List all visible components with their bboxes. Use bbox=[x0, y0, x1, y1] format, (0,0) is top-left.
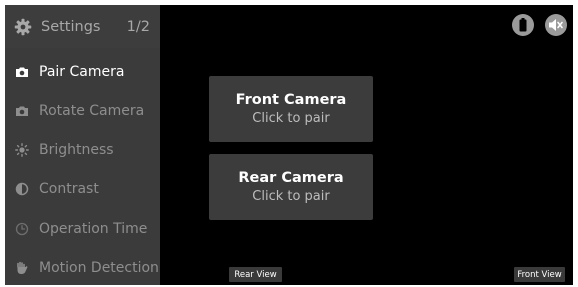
front-camera-subtitle: Click to pair bbox=[252, 110, 330, 126]
contrast-icon bbox=[15, 182, 29, 196]
page-indicator: 1/2 bbox=[126, 18, 150, 35]
menu-item-contrast[interactable]: Contrast bbox=[5, 169, 160, 208]
camera-icon bbox=[15, 65, 29, 79]
menu-label-contrast: Contrast bbox=[39, 180, 99, 197]
front-camera-pair-button[interactable]: Front Camera Click to pair bbox=[209, 76, 373, 142]
mute-icon bbox=[549, 19, 563, 31]
rear-view-button[interactable]: Rear View bbox=[229, 267, 282, 282]
sidebar-header: Settings 1/2 bbox=[5, 5, 160, 48]
sidebar-title: Settings bbox=[41, 18, 101, 35]
mute-button[interactable] bbox=[545, 14, 567, 36]
menu-item-motion-detection[interactable]: Motion Detection bbox=[5, 248, 160, 285]
menu-label-brightness: Brightness bbox=[39, 141, 114, 158]
menu-item-operation-time[interactable]: Operation Time bbox=[5, 209, 160, 248]
clock-icon bbox=[15, 222, 29, 236]
rotate-camera-icon bbox=[15, 104, 29, 118]
front-camera-title: Front Camera bbox=[235, 91, 347, 108]
brightness-icon bbox=[15, 142, 29, 157]
front-view-button[interactable]: Front View bbox=[514, 267, 565, 282]
menu-item-brightness[interactable]: Brightness bbox=[5, 130, 160, 169]
rear-camera-title: Rear Camera bbox=[238, 169, 344, 186]
rear-camera-subtitle: Click to pair bbox=[252, 188, 330, 204]
menu-label-operation-time: Operation Time bbox=[39, 220, 148, 237]
menu-label-motion-detection: Motion Detection bbox=[39, 259, 159, 276]
battery-icon bbox=[519, 18, 527, 32]
menu-item-rotate-camera[interactable]: Rotate Camera bbox=[5, 91, 160, 130]
menu-item-pair-camera[interactable]: Pair Camera bbox=[5, 52, 160, 91]
menu-label-pair-camera: Pair Camera bbox=[39, 63, 125, 80]
menu-label-rotate-camera: Rotate Camera bbox=[39, 102, 145, 119]
rear-camera-pair-button[interactable]: Rear Camera Click to pair bbox=[209, 154, 373, 220]
hand-icon bbox=[15, 261, 29, 275]
battery-button[interactable] bbox=[512, 14, 534, 36]
settings-sidebar: Settings 1/2 Pair Camera Rotate Camera B… bbox=[5, 5, 160, 285]
gear-icon bbox=[14, 18, 32, 35]
screen: Settings 1/2 Pair Camera Rotate Camera B… bbox=[5, 5, 573, 285]
